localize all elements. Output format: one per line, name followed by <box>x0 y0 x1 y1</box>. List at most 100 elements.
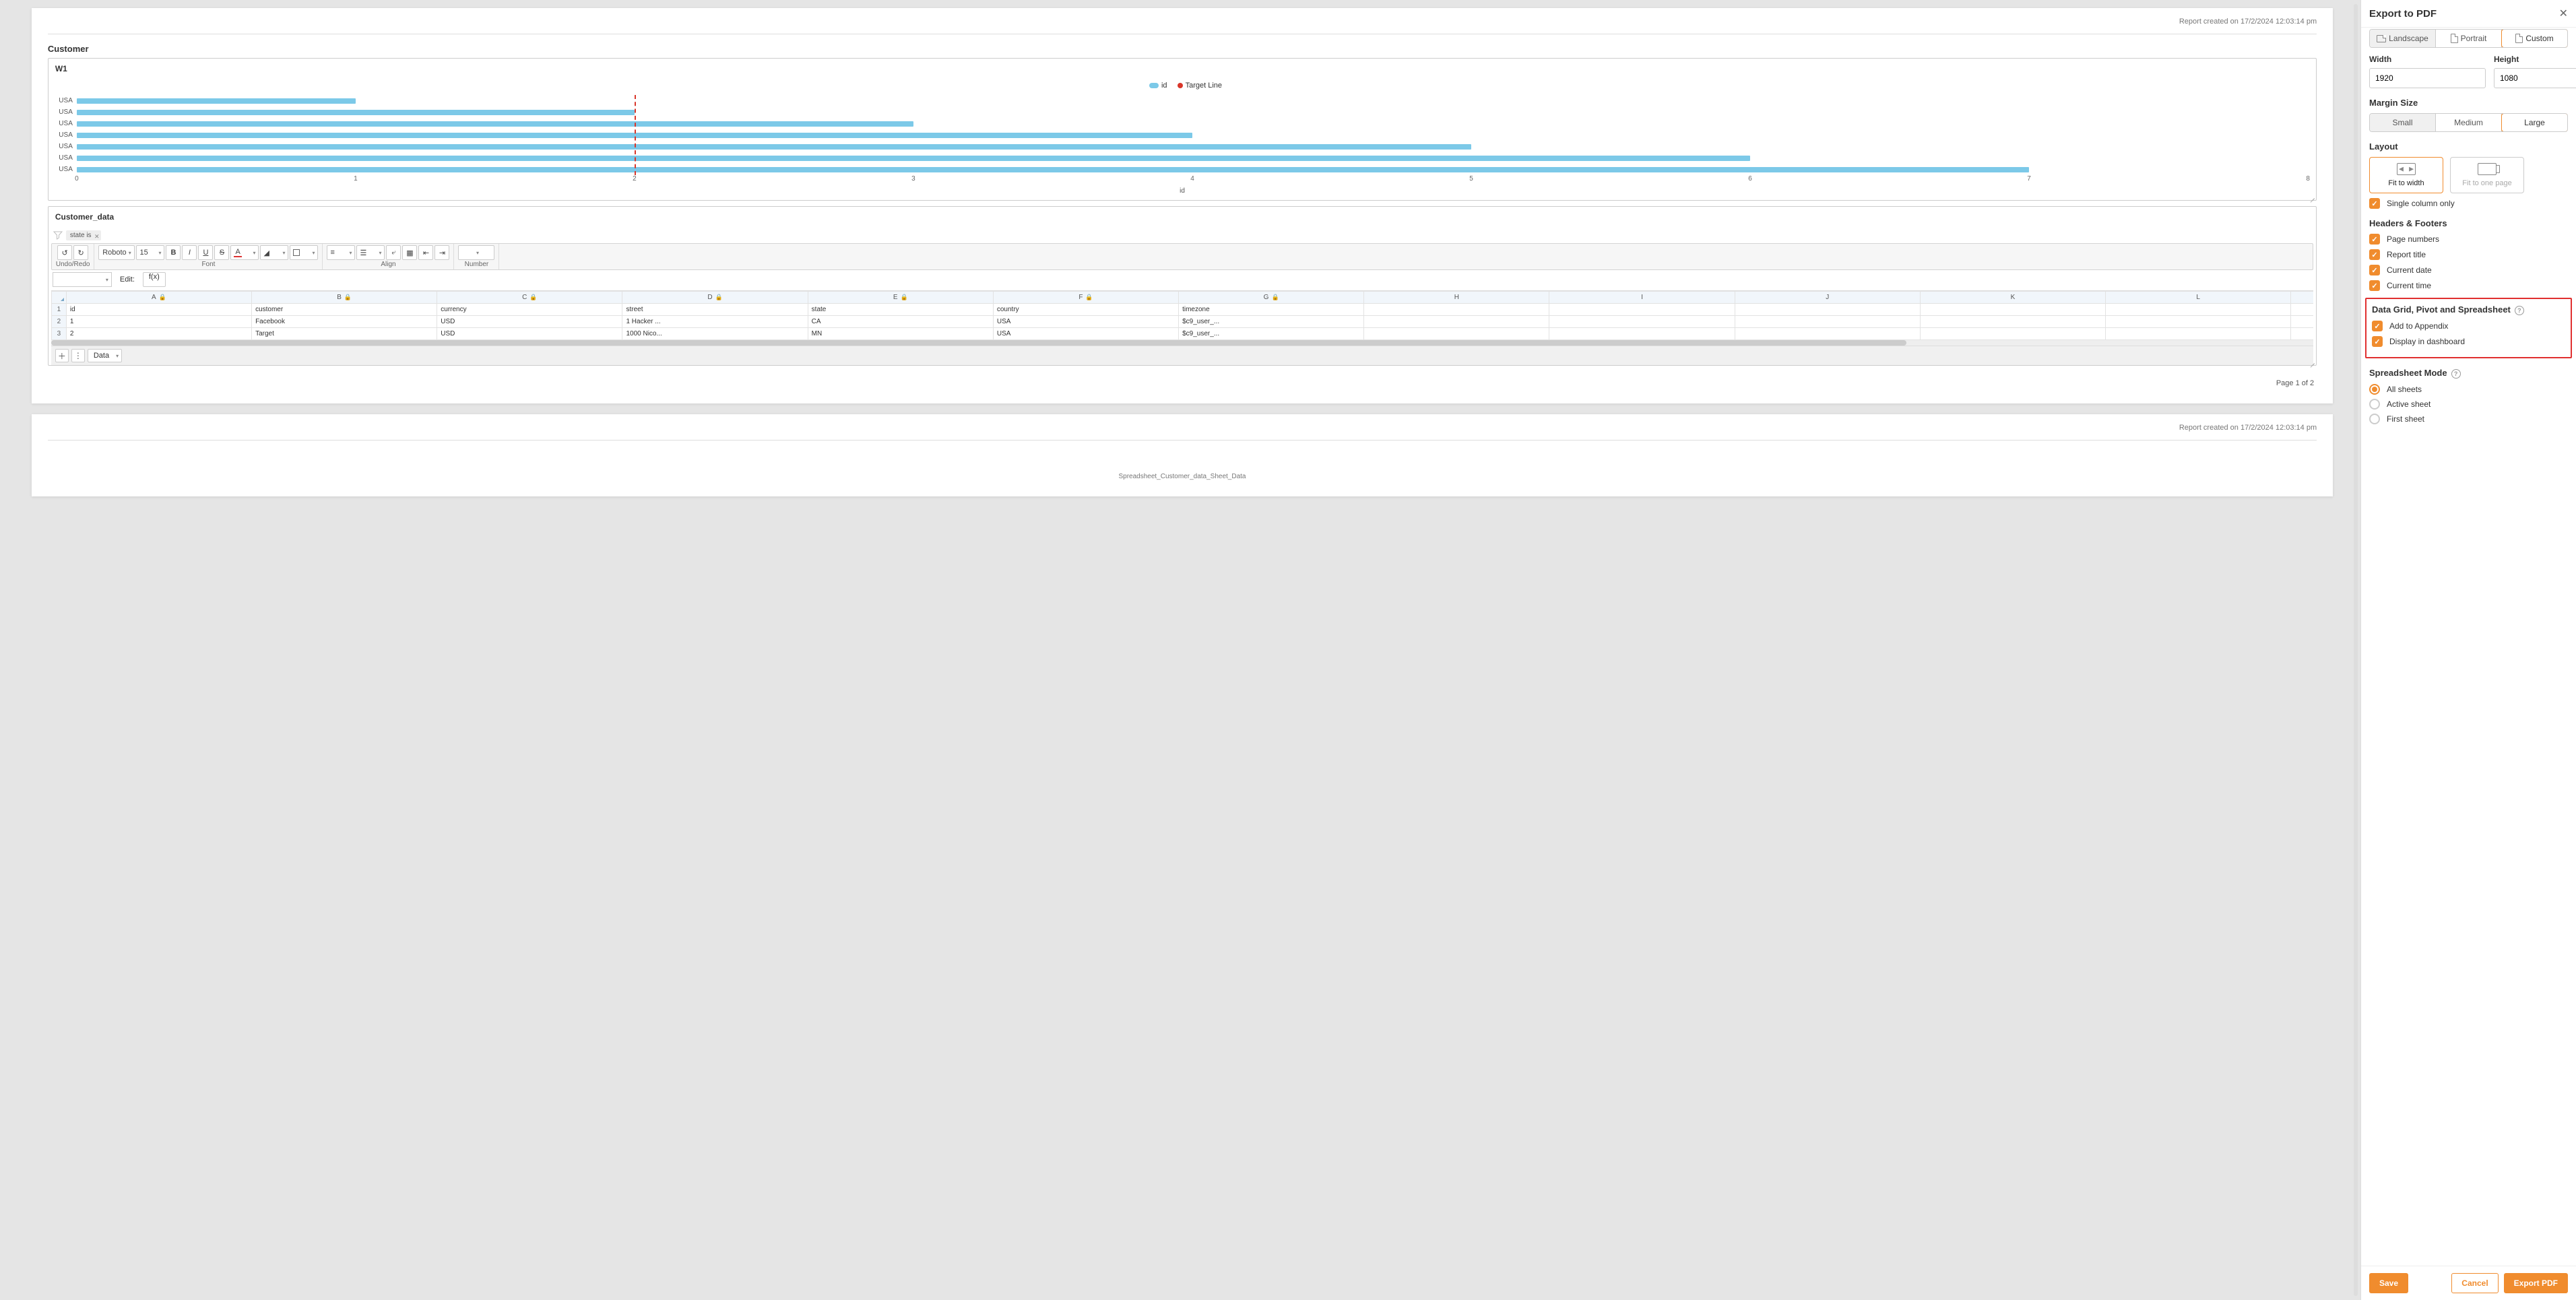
indent-right-button[interactable]: ⇥ <box>434 245 449 260</box>
cell[interactable]: $c9_user_... <box>1179 316 1364 328</box>
cell[interactable]: 2 <box>66 328 251 340</box>
add-sheet-button[interactable]: ＋ <box>55 349 69 362</box>
add-appendix-checkbox[interactable] <box>2372 321 2383 331</box>
column-header[interactable]: C🔒 <box>437 292 622 304</box>
resize-handle-icon[interactable] <box>2308 192 2315 199</box>
column-header[interactable]: L <box>2106 292 2291 304</box>
cell[interactable]: currency <box>437 304 622 316</box>
redo-button[interactable]: ↻ <box>73 245 88 260</box>
margin-medium[interactable]: Medium <box>2436 114 2502 131</box>
first-sheet-radio[interactable] <box>2369 414 2380 424</box>
cell[interactable]: country <box>993 304 1178 316</box>
h-align-button[interactable]: ≡▾ <box>327 245 355 260</box>
cell[interactable]: $c9_user_... <box>1179 328 1364 340</box>
height-input[interactable] <box>2494 68 2576 88</box>
undo-button[interactable]: ↺ <box>57 245 72 260</box>
cell[interactable]: id <box>66 304 251 316</box>
margin-small[interactable]: Small <box>2370 114 2436 131</box>
number-format-select[interactable]: ▾ <box>458 245 494 260</box>
cell[interactable]: USD <box>437 316 622 328</box>
orientation-portrait[interactable]: Portrait <box>2436 30 2502 47</box>
font-family-select[interactable]: Roboto▾ <box>98 245 135 260</box>
cell[interactable]: MN <box>808 328 993 340</box>
row-header[interactable]: 1 <box>51 304 66 316</box>
single-column-checkbox[interactable] <box>2369 198 2380 209</box>
text-color-button[interactable]: A▾ <box>230 245 259 260</box>
cell[interactable]: street <box>622 304 808 316</box>
active-sheet-radio[interactable] <box>2369 399 2380 410</box>
merge-button[interactable]: ▦ <box>402 245 417 260</box>
cell[interactable]: timezone <box>1179 304 1364 316</box>
current-time-checkbox[interactable] <box>2369 280 2380 291</box>
column-header[interactable]: G🔒 <box>1179 292 1364 304</box>
sheet-menu-button[interactable]: ⋮ <box>71 349 85 362</box>
select-all-corner[interactable] <box>51 292 66 304</box>
cell[interactable]: 1000 Nico... <box>622 328 808 340</box>
cell[interactable] <box>2106 328 2291 340</box>
save-button[interactable]: Save <box>2369 1273 2408 1293</box>
layout-fit-width[interactable]: ◀▶ Fit to width <box>2369 157 2443 193</box>
cell[interactable] <box>1549 328 1735 340</box>
cell[interactable]: customer <box>252 304 437 316</box>
column-header[interactable]: I <box>1549 292 1735 304</box>
layout-fit-page[interactable]: Fit to one page <box>2450 157 2524 193</box>
cell-reference-select[interactable]: ▾ <box>53 272 112 287</box>
font-size-select[interactable]: 15▾ <box>136 245 164 260</box>
spreadsheet-grid[interactable]: A🔒B🔒C🔒D🔒E🔒F🔒G🔒HIJKLMNOPQ1idcustomercurre… <box>51 290 2313 340</box>
cell[interactable]: Target <box>252 328 437 340</box>
width-input[interactable] <box>2369 68 2486 88</box>
cancel-button[interactable]: Cancel <box>2451 1273 2498 1293</box>
chip-close-icon[interactable]: ✕ <box>94 233 100 240</box>
column-header[interactable]: B🔒 <box>252 292 437 304</box>
v-align-button[interactable]: ☰▾ <box>356 245 385 260</box>
indent-left-button[interactable]: ⇤ <box>418 245 433 260</box>
cell[interactable] <box>1735 304 1920 316</box>
underline-button[interactable]: U <box>198 245 213 260</box>
orientation-landscape[interactable]: Landscape <box>2370 30 2436 47</box>
wrap-button[interactable]: ⤶ <box>386 245 401 260</box>
cell[interactable] <box>1364 304 1549 316</box>
cell[interactable] <box>1920 328 2105 340</box>
cell[interactable] <box>1549 316 1735 328</box>
column-header[interactable]: E🔒 <box>808 292 993 304</box>
italic-button[interactable]: I <box>182 245 197 260</box>
cell[interactable] <box>1549 304 1735 316</box>
cell[interactable]: 1 Hacker ... <box>622 316 808 328</box>
margin-large[interactable]: Large <box>2501 113 2568 132</box>
borders-button[interactable]: ▾ <box>290 245 318 260</box>
cell[interactable] <box>1735 328 1920 340</box>
cell[interactable] <box>1364 316 1549 328</box>
sheet-tab-data[interactable]: Data▾ <box>88 349 122 362</box>
column-header[interactable]: F🔒 <box>993 292 1178 304</box>
column-header[interactable]: J <box>1735 292 1920 304</box>
help-icon[interactable]: ? <box>2451 369 2461 379</box>
all-sheets-radio[interactable] <box>2369 384 2380 395</box>
cell[interactable]: state <box>808 304 993 316</box>
cell[interactable] <box>1735 316 1920 328</box>
export-pdf-button[interactable]: Export PDF <box>2504 1273 2568 1293</box>
column-header[interactable]: K <box>1920 292 2105 304</box>
cell[interactable]: 1 <box>66 316 251 328</box>
horizontal-scrollbar[interactable] <box>51 340 2313 346</box>
row-header[interactable]: 3 <box>51 328 66 340</box>
vertical-scrollbar[interactable] <box>2354 4 2358 1296</box>
display-dashboard-checkbox[interactable] <box>2372 336 2383 347</box>
help-icon[interactable]: ? <box>2515 306 2524 315</box>
cell[interactable] <box>2106 316 2291 328</box>
cell[interactable]: USA <box>993 328 1178 340</box>
bold-button[interactable]: B <box>166 245 181 260</box>
report-preview-area[interactable]: Report created on 17/2/2024 12:03:14 pm … <box>0 0 2360 1300</box>
cell[interactable]: CA <box>808 316 993 328</box>
close-button[interactable]: ✕ <box>2559 7 2568 20</box>
fx-button[interactable]: f(x) <box>143 272 166 287</box>
filter-chip[interactable]: state is ✕ <box>66 230 101 240</box>
cell[interactable]: USD <box>437 328 622 340</box>
cell[interactable] <box>2291 328 2313 340</box>
fill-color-button[interactable]: ◢▾ <box>260 245 288 260</box>
strike-button[interactable]: S <box>214 245 229 260</box>
row-header[interactable]: 2 <box>51 316 66 328</box>
filter-icon[interactable] <box>53 230 63 240</box>
resize-handle-icon[interactable] <box>2308 357 2315 364</box>
column-header[interactable]: H <box>1364 292 1549 304</box>
cell[interactable]: Facebook <box>252 316 437 328</box>
